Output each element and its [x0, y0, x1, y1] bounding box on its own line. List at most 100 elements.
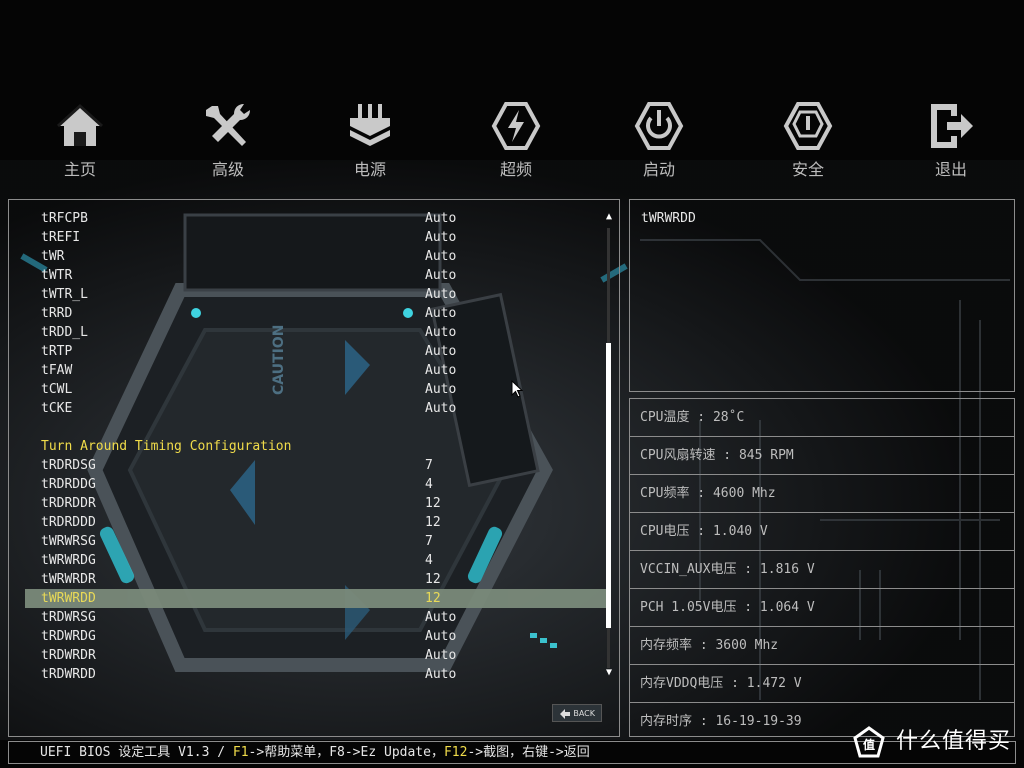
scroll-down-arrow[interactable]: ▼	[604, 668, 614, 678]
setting-value[interactable]: 12	[425, 513, 441, 532]
nav-tab-home[interactable]: 主页	[30, 100, 130, 180]
system-info-text: CPU风扇转速 : 845 RPM	[640, 448, 794, 463]
setting-label: tREFI	[41, 230, 81, 245]
watermark-logo-icon: 值	[853, 726, 885, 758]
setting-row[interactable]: tWRWRDR 12	[25, 570, 609, 589]
footer-hint-part1: UEFI BIOS 设定工具 V1.3 /	[40, 745, 233, 760]
system-info-row: CPU频率 : 4600 Mhz	[630, 475, 1014, 513]
setting-row[interactable]: tWRWRSG 7	[25, 532, 609, 551]
setting-row[interactable]: tRDWRDD Auto	[25, 665, 609, 684]
setting-label: tWRWRDD	[41, 591, 96, 606]
section-title: Turn Around Timing Configuration	[41, 439, 292, 454]
setting-row[interactable]: tRDWRDG Auto	[25, 627, 609, 646]
footer-f12-key: F12	[443, 745, 468, 760]
setting-label: tRDRDDR	[41, 496, 96, 511]
nav-tab-exit[interactable]: 退出	[901, 100, 1001, 180]
scroll-up-arrow[interactable]: ▲	[604, 212, 614, 222]
setting-label: tRDWRDR	[41, 648, 96, 663]
setting-label: tWRWRDG	[41, 553, 96, 568]
setting-label: tRDWRDG	[41, 629, 96, 644]
home-icon	[56, 103, 104, 146]
footer-hint-part2: ->帮助菜单，F8->Ez Update，	[248, 745, 444, 760]
setting-row[interactable]: tRDD_L Auto	[25, 323, 609, 342]
system-info-text: 内存VDDQ电压 : 1.472 V	[640, 676, 802, 691]
setting-value[interactable]: Auto	[425, 228, 456, 247]
setting-row[interactable]: tRRD Auto	[25, 304, 609, 323]
setting-value[interactable]: Auto	[425, 646, 456, 665]
setting-label: tWRWRSG	[41, 534, 96, 549]
exit-icon	[931, 104, 973, 148]
system-info-text: CPU频率 : 4600 Mhz	[640, 486, 776, 501]
nav-tab-boot[interactable]: 启动	[609, 100, 709, 180]
setting-value[interactable]: Auto	[425, 342, 456, 361]
setting-value[interactable]: Auto	[425, 361, 456, 380]
nav-tab-security[interactable]: 安全	[758, 100, 858, 180]
nav-tab-advanced[interactable]: 高级	[178, 100, 278, 180]
setting-label: tRDRDDD	[41, 515, 96, 530]
mouse-cursor-icon	[511, 380, 523, 398]
setting-value[interactable]: 7	[425, 456, 433, 475]
system-info-text: CPU温度 : 28˚C	[640, 410, 745, 425]
setting-label: tRDWRDD	[41, 667, 96, 682]
setting-label: tRTP	[41, 344, 73, 359]
setting-value[interactable]: 7	[425, 532, 433, 551]
setting-value[interactable]: Auto	[425, 304, 456, 323]
nav-label-overclock: 超频	[499, 160, 532, 179]
setting-value[interactable]: Auto	[425, 380, 456, 399]
setting-row[interactable]: tWTR_L Auto	[25, 285, 609, 304]
nav-label-security: 安全	[791, 160, 824, 179]
setting-row[interactable]: tRDRDSG 7	[25, 456, 609, 475]
setting-value[interactable]: Auto	[425, 665, 456, 684]
footer-hint-part3: ->截图，右键->返回	[467, 745, 590, 760]
setting-row[interactable]: tRDRDDR 12	[25, 494, 609, 513]
setting-label: tRDD_L	[41, 325, 88, 340]
setting-row[interactable]: tRDWRSG Auto	[25, 608, 609, 627]
system-info-text: CPU电压 : 1.040 V	[640, 524, 768, 539]
setting-value[interactable]: Auto	[425, 209, 456, 228]
setting-label: tRDRDSG	[41, 458, 96, 473]
setting-value[interactable]: 4	[425, 475, 433, 494]
footer-f1-key: F1	[232, 745, 249, 760]
system-info-panel: CPU温度 : 28˚C CPU风扇转速 : 845 RPM CPU频率 : 460…	[629, 398, 1015, 737]
setting-value[interactable]: 4	[425, 551, 433, 570]
setting-label: tRDRDDG	[41, 477, 96, 492]
nav-tab-power[interactable]: 电源	[320, 100, 420, 180]
setting-value[interactable]: 12	[425, 494, 441, 513]
setting-value[interactable]: 12	[425, 570, 441, 589]
scrollbar[interactable]	[606, 228, 611, 668]
power-plug-icon	[350, 104, 390, 146]
overclock-icon	[491, 102, 541, 150]
setting-row[interactable]: tRFCPB Auto	[25, 209, 609, 228]
setting-value[interactable]: Auto	[425, 247, 456, 266]
scrollbar-thumb[interactable]	[606, 343, 611, 628]
nav-tab-overclock[interactable]: 超频	[466, 100, 566, 180]
section-header: Turn Around Timing Configuration	[25, 437, 609, 456]
setting-row[interactable]: tRDWRDR Auto	[25, 646, 609, 665]
shield-icon	[783, 102, 833, 150]
setting-value[interactable]: 12	[425, 589, 441, 608]
setting-label: tWTR_L	[41, 287, 88, 302]
setting-row[interactable]: tRDRDDG 4	[25, 475, 609, 494]
setting-value[interactable]: Auto	[425, 285, 456, 304]
nav-label-exit: 退出	[934, 160, 967, 179]
setting-value[interactable]: Auto	[425, 627, 456, 646]
watermark: 值 什么值得买	[852, 724, 1022, 760]
back-button[interactable]: BACK	[552, 704, 602, 722]
setting-row[interactable]: tWR Auto	[25, 247, 609, 266]
back-button-label: BACK	[573, 709, 595, 718]
setting-label: tCKE	[41, 401, 73, 416]
setting-value[interactable]: Auto	[425, 266, 456, 285]
setting-row[interactable]: tWRWRDG 4	[25, 551, 609, 570]
setting-row[interactable]: tRDRDDD 12	[25, 513, 609, 532]
setting-row[interactable]: tWTR Auto	[25, 266, 609, 285]
setting-row[interactable]: tRTP Auto	[25, 342, 609, 361]
setting-value[interactable]: Auto	[425, 399, 456, 418]
setting-row[interactable]: tFAW Auto	[25, 361, 609, 380]
setting-value[interactable]: Auto	[425, 323, 456, 342]
setting-row[interactable]: tREFI Auto	[25, 228, 609, 247]
nav-label-power: 电源	[353, 160, 386, 179]
help-panel: tWRWRDD	[629, 199, 1015, 392]
setting-row[interactable]: tWRWRDD 12	[25, 589, 609, 608]
setting-value[interactable]: Auto	[425, 608, 456, 627]
setting-row[interactable]: tCKE Auto	[25, 399, 609, 418]
